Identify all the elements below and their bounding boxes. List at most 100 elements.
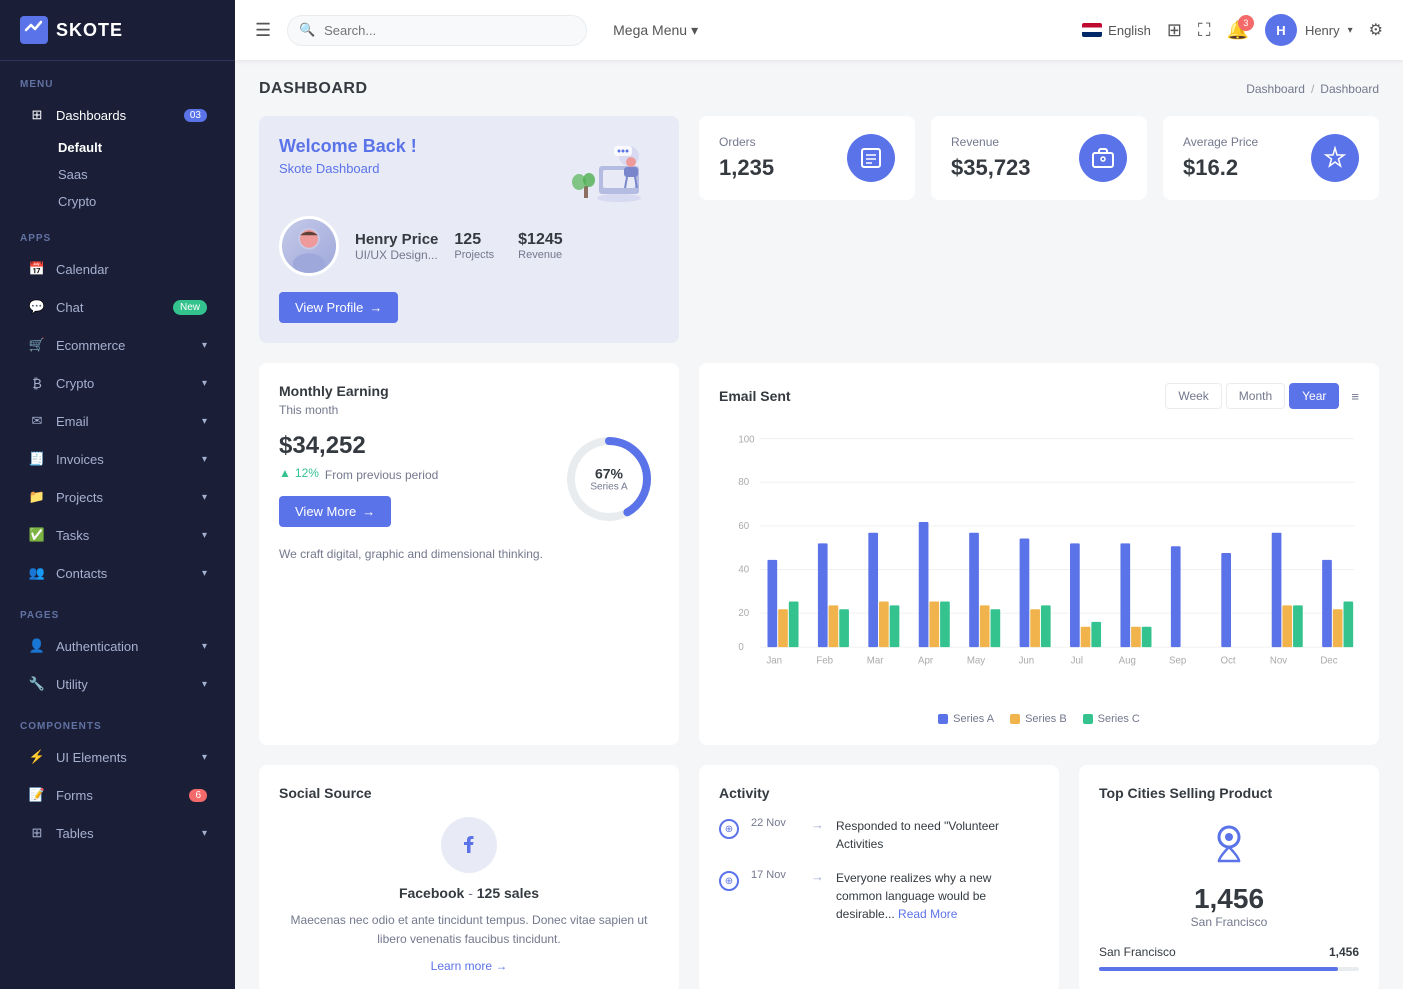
sidebar-item-tables[interactable]: ⊞ Tables ▾: [8, 815, 227, 851]
svg-text:Nov: Nov: [1270, 656, 1287, 667]
language-selector[interactable]: English: [1082, 23, 1151, 38]
sidebar-item-forms[interactable]: 📝 Forms 6: [8, 777, 227, 813]
settings-button[interactable]: ⚙: [1369, 20, 1383, 40]
svg-text:Jan: Jan: [766, 656, 782, 667]
sidebar-item-projects[interactable]: 📁 Projects ▾: [8, 479, 227, 515]
fullscreen-button[interactable]: ⛶: [1198, 20, 1211, 41]
series-a-label: Series A: [953, 713, 994, 725]
legend-series-b: Series B: [1010, 713, 1067, 725]
change-arrow-icon: ▲: [279, 466, 291, 480]
view-more-button[interactable]: View More →: [279, 496, 391, 527]
read-more-link[interactable]: Read More: [898, 907, 957, 921]
projects-stat: 125 Projects: [454, 231, 494, 261]
orders-icon: [847, 134, 895, 182]
tab-month[interactable]: Month: [1226, 383, 1285, 409]
hamburger-button[interactable]: ☰: [255, 20, 271, 41]
series-b-label: Series B: [1025, 713, 1067, 725]
user-menu-button[interactable]: H Henry ▾: [1265, 14, 1353, 46]
sidebar-item-chat[interactable]: 💬 Chat New: [8, 289, 227, 325]
tab-year[interactable]: Year: [1289, 383, 1339, 409]
monthly-amounts: $34,252 ▲ 12% From previous period View …: [279, 432, 438, 527]
donut-series: Series A: [590, 482, 627, 493]
activity-title: Activity: [719, 785, 1039, 801]
email-sent-card: Email Sent Week Month Year ≡: [699, 363, 1379, 745]
sidebar-auth-label: Authentication: [56, 639, 138, 654]
grid-view-button[interactable]: ⊞: [1167, 20, 1182, 41]
monthly-body: $34,252 ▲ 12% From previous period View …: [279, 429, 659, 529]
mega-menu-button[interactable]: Mega Menu ▾: [603, 16, 708, 45]
series-b-dot: [1010, 714, 1020, 724]
welcome-illustration: [559, 136, 659, 216]
activity-plus-icon-2: ⊕: [719, 871, 739, 891]
contacts-arrow-icon: ▾: [202, 568, 207, 579]
svg-text:May: May: [967, 656, 985, 667]
menu-section-label: MENU: [0, 61, 235, 96]
auth-icon: 👤: [28, 637, 46, 655]
stat-card-revenue: Revenue $35,723: [931, 116, 1147, 200]
revenue-icon: [1079, 134, 1127, 182]
activity-date-2: 17 Nov: [751, 869, 799, 881]
monthly-change-label: From previous period: [325, 468, 438, 482]
act-arrow-2: →: [811, 869, 824, 884]
email-icon: ✉: [28, 412, 46, 430]
page-header: DASHBOARD Dashboard / Dashboard: [259, 80, 1379, 98]
sidebar-item-default[interactable]: Default: [48, 134, 235, 161]
donut-chart: 67% Series A: [559, 429, 659, 529]
monthly-description: We craft digital, graphic and dimensiona…: [279, 545, 659, 564]
tab-week[interactable]: Week: [1165, 383, 1221, 409]
sidebar-item-invoices[interactable]: 🧾 Invoices ▾: [8, 441, 227, 477]
breadcrumb-current: Dashboard: [1320, 82, 1379, 96]
pages-section-label: PAGES: [0, 592, 235, 627]
sidebar-item-calendar[interactable]: 📅 Calendar: [8, 251, 227, 287]
city-progress-bar-sf: [1099, 967, 1338, 971]
app-name: SKOTE: [56, 20, 123, 41]
sidebar-item-saas[interactable]: Saas: [48, 161, 235, 188]
sidebar-contacts-label: Contacts: [56, 566, 107, 581]
sidebar-item-authentication[interactable]: 👤 Authentication ▾: [8, 628, 227, 664]
sidebar-item-crypto[interactable]: Crypto: [48, 188, 235, 215]
sidebar-item-ui-elements[interactable]: ⚡ UI Elements ▾: [8, 739, 227, 775]
sidebar-item-utility[interactable]: 🔧 Utility ▾: [8, 666, 227, 702]
tables-icon: ⊞: [28, 824, 46, 842]
projects-icon: 📁: [28, 488, 46, 506]
chart-title: Email Sent: [719, 388, 791, 404]
welcome-stats: 125 Projects $1245 Revenue: [454, 231, 562, 261]
monthly-change-pct: ▲ 12%: [279, 466, 319, 480]
ecommerce-icon: 🛒: [28, 336, 46, 354]
notifications-button[interactable]: 🔔 3: [1227, 20, 1249, 41]
learn-more-link[interactable]: Learn more →: [279, 959, 659, 973]
sidebar-item-crypto[interactable]: ₿ Crypto ▾: [8, 365, 227, 401]
search-input[interactable]: [287, 15, 587, 46]
sidebar-item-contacts[interactable]: 👥 Contacts ▾: [8, 555, 227, 591]
forms-icon: 📝: [28, 786, 46, 804]
city-progress-sf: [1099, 967, 1359, 971]
notifications-badge: 3: [1238, 15, 1254, 31]
sidebar-item-ecommerce[interactable]: 🛒 Ecommerce ▾: [8, 327, 227, 363]
act-date-1: 22 Nov: [751, 817, 799, 829]
utility-arrow-icon: ▾: [202, 679, 207, 690]
act-text-2: Everyone realizes why a new common langu…: [836, 869, 1039, 923]
view-more-arrow-icon: →: [362, 504, 375, 519]
svg-text:80: 80: [738, 477, 749, 488]
activity-card: Activity ⊕ 22 Nov → Responded to need "V…: [699, 765, 1059, 989]
act-date-2: 17 Nov: [751, 869, 799, 881]
user-chevron-icon: ▾: [1348, 25, 1353, 36]
sidebar-crypto-label: Crypto: [56, 376, 94, 391]
city-name-sf: San Francisco: [1099, 945, 1176, 959]
sidebar-item-tasks[interactable]: ✅ Tasks ▾: [8, 517, 227, 553]
social-source-title: Social Source: [279, 785, 659, 801]
svg-text:0: 0: [738, 642, 744, 653]
sidebar-item-dashboards[interactable]: ⊞ Dashboards 03: [8, 97, 227, 133]
legend-series-c: Series C: [1083, 713, 1140, 725]
view-profile-button[interactable]: View Profile →: [279, 292, 398, 323]
chart-menu-icon[interactable]: ≡: [1351, 389, 1359, 404]
welcome-avatar-image: [282, 219, 336, 273]
auth-arrow-icon: ▾: [202, 641, 207, 652]
sidebar-item-email[interactable]: ✉ Email ▾: [8, 403, 227, 439]
user-avatar: H: [1265, 14, 1297, 46]
social-platform-name: Facebook - 125 sales: [279, 885, 659, 901]
series-c-label: Series C: [1098, 713, 1140, 725]
series-c-dot: [1083, 714, 1093, 724]
grid-icon: ⊞: [1167, 20, 1182, 40]
stat-card-orders: Orders 1,235: [699, 116, 915, 200]
